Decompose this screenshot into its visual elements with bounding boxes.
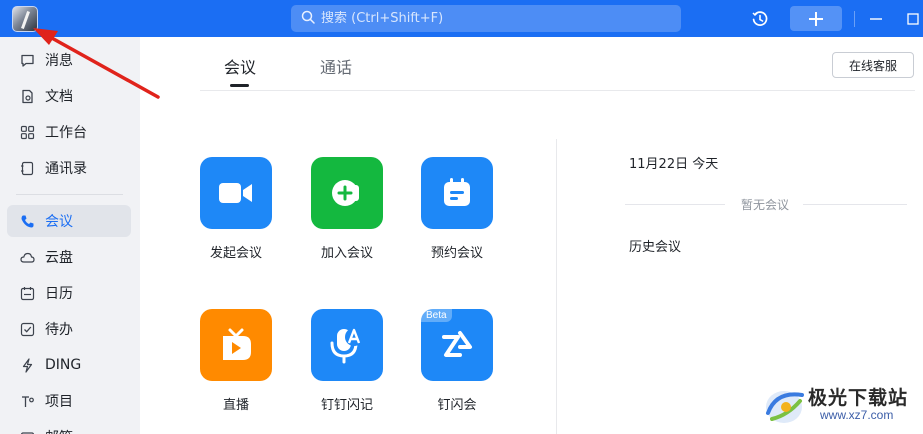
sidebar-item-calendar[interactable]: 日历 bbox=[7, 277, 131, 309]
sidebar-item-project[interactable]: 项目 bbox=[7, 385, 131, 417]
watermark-url: www.xz7.com bbox=[820, 408, 894, 422]
project-icon bbox=[19, 393, 35, 409]
history-icon bbox=[752, 10, 768, 26]
document-icon bbox=[19, 88, 35, 104]
start-meeting-button[interactable] bbox=[200, 157, 272, 229]
workbench-icon bbox=[19, 124, 35, 140]
panel-divider bbox=[556, 139, 557, 434]
minimize-button[interactable] bbox=[866, 6, 886, 31]
title-bar bbox=[0, 0, 923, 37]
search-icon bbox=[301, 9, 315, 28]
sidebar-item-contacts[interactable]: 通讯录 bbox=[7, 152, 131, 184]
date-label: 11月22日 今天 bbox=[629, 157, 719, 172]
minimize-icon bbox=[870, 17, 882, 20]
sidebar-item-label: 工作台 bbox=[45, 125, 87, 141]
schedule-icon bbox=[444, 178, 470, 206]
tile-label: 直播 bbox=[222, 398, 249, 413]
avatar[interactable] bbox=[12, 6, 38, 32]
create-button[interactable] bbox=[790, 6, 842, 31]
sidebar-item-label: 项目 bbox=[45, 394, 73, 410]
voice-note-tile[interactable]: 钉钉闪记 bbox=[302, 309, 392, 413]
tile-label: 钉钉闪记 bbox=[320, 398, 373, 413]
no-meeting-text: 暂无会议 bbox=[741, 198, 790, 212]
ding-icon bbox=[19, 357, 35, 373]
live-tv-icon bbox=[223, 328, 251, 360]
schedule-meeting-button[interactable] bbox=[421, 157, 493, 229]
sidebar-item-label: 会议 bbox=[45, 214, 73, 230]
sidebar-item-label: 文档 bbox=[45, 89, 73, 105]
sidebar-item-label: DING bbox=[45, 357, 82, 373]
sidebar-item-todo[interactable]: 待办 bbox=[7, 313, 131, 345]
schedule-meeting-tile[interactable]: 预约会议 bbox=[412, 157, 502, 261]
watermark: 极光下载站 www.xz7.com bbox=[762, 383, 917, 429]
sidebar-item-label: 通讯录 bbox=[45, 161, 87, 177]
watermark-title: 极光下载站 bbox=[808, 387, 909, 409]
divider-right bbox=[803, 204, 907, 205]
tab-bar-divider bbox=[200, 90, 915, 91]
start-meeting-tile[interactable]: 发起会议 bbox=[191, 157, 281, 261]
message-icon bbox=[19, 52, 35, 68]
flash-meeting-tile[interactable]: Beta 钉闪会 bbox=[412, 309, 502, 413]
phone-icon bbox=[19, 213, 35, 229]
maximize-button[interactable] bbox=[903, 6, 923, 31]
sidebar-divider bbox=[16, 194, 123, 195]
sidebar-item-mail[interactable]: 邮箱 bbox=[7, 421, 131, 434]
join-meeting-icon bbox=[332, 180, 359, 206]
video-camera-icon bbox=[219, 183, 252, 203]
join-meeting-tile[interactable]: 加入会议 bbox=[302, 157, 392, 261]
sidebar-item-label: 云盘 bbox=[45, 250, 73, 266]
tile-label: 发起会议 bbox=[209, 246, 262, 261]
contacts-icon bbox=[19, 160, 35, 176]
live-tile[interactable]: 直播 bbox=[191, 309, 281, 413]
sidebar-item-label: 消息 bbox=[45, 53, 73, 69]
sidebar-item-label: 待办 bbox=[45, 322, 73, 338]
beta-badge: Beta bbox=[421, 309, 452, 322]
sidebar-item-documents[interactable]: 文档 bbox=[7, 80, 131, 112]
tab-call[interactable]: 通话 bbox=[320, 54, 352, 78]
watermark-logo bbox=[766, 391, 804, 423]
mail-icon bbox=[19, 429, 35, 434]
todo-icon bbox=[19, 321, 35, 337]
tile-label: 预约会议 bbox=[430, 246, 483, 261]
sidebar-item-ding[interactable]: DING bbox=[7, 349, 131, 381]
sidebar: 消息 文档 工作台 通讯录 会议 云盘 日历 待办 DING 项目 邮箱 bbox=[0, 37, 140, 434]
voice-note-icon bbox=[330, 328, 363, 364]
live-button[interactable] bbox=[200, 309, 272, 381]
sidebar-item-messages[interactable]: 消息 bbox=[7, 44, 131, 76]
online-service-button[interactable]: 在线客服 bbox=[832, 52, 914, 78]
sidebar-item-meeting[interactable]: 会议 bbox=[7, 205, 131, 237]
tab-meeting[interactable]: 会议 bbox=[224, 54, 256, 78]
history-button[interactable] bbox=[747, 6, 773, 31]
search-box[interactable] bbox=[291, 5, 681, 32]
voice-note-button[interactable] bbox=[311, 309, 383, 381]
search-input[interactable] bbox=[321, 11, 681, 26]
divider-left bbox=[625, 204, 725, 205]
cloud-icon bbox=[19, 249, 35, 265]
titlebar-separator bbox=[854, 11, 855, 27]
flash-meeting-button[interactable]: Beta bbox=[421, 309, 493, 381]
flash-meeting-icon bbox=[442, 331, 472, 357]
sidebar-item-label: 邮箱 bbox=[45, 427, 73, 434]
history-meetings-link[interactable]: 历史会议 bbox=[629, 236, 681, 255]
tile-label: 钉闪会 bbox=[437, 398, 477, 413]
join-meeting-button[interactable] bbox=[311, 157, 383, 229]
active-tab-indicator bbox=[230, 84, 249, 87]
plus-icon bbox=[809, 11, 823, 26]
maximize-icon bbox=[907, 12, 919, 25]
tile-label: 加入会议 bbox=[320, 246, 373, 261]
calendar-icon bbox=[19, 285, 35, 301]
sidebar-item-label: 日历 bbox=[45, 286, 73, 302]
sidebar-item-cloud[interactable]: 云盘 bbox=[7, 241, 131, 273]
sidebar-item-workbench[interactable]: 工作台 bbox=[7, 116, 131, 148]
